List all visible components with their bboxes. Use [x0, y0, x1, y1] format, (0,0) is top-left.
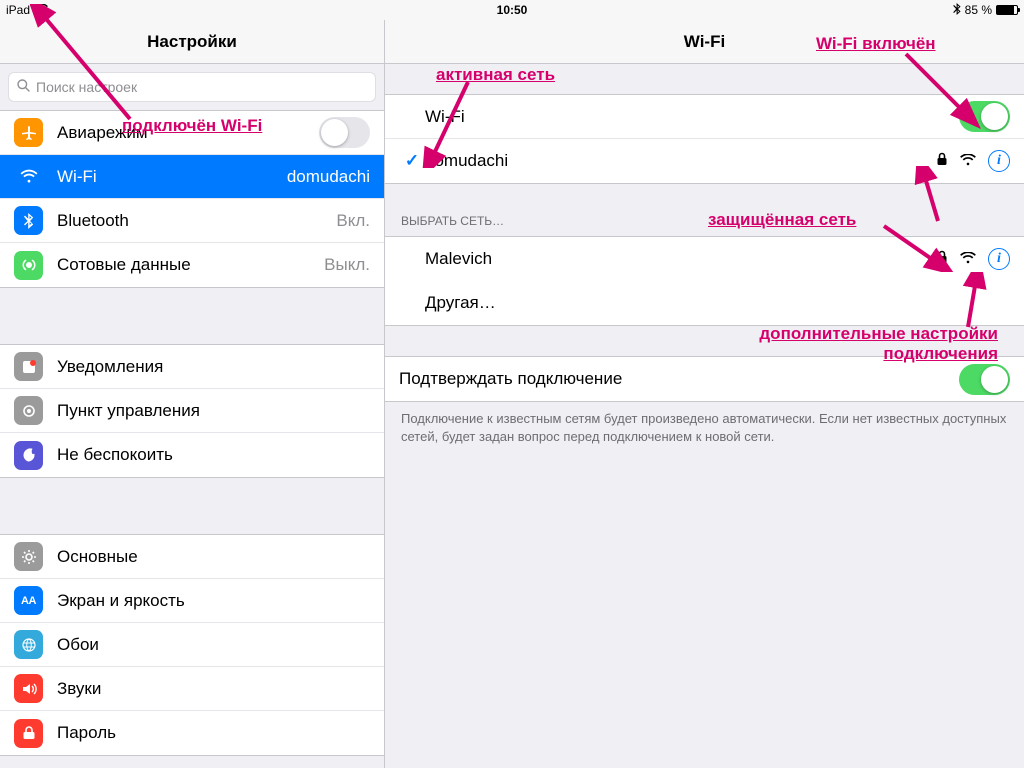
detail-title: Wi-Fi	[385, 20, 1024, 64]
clock: 10:50	[497, 3, 528, 17]
status-bar: iPad 10:50 85 %	[0, 0, 1024, 20]
sidebar-title: Настройки	[0, 20, 384, 64]
connected-network-row[interactable]: ✓ domudachi i	[385, 139, 1024, 183]
ask-to-join-switch[interactable]	[959, 364, 1010, 395]
wifi-status-icon	[34, 3, 48, 17]
notifications-icon	[14, 352, 43, 381]
wifi-switch[interactable]	[959, 101, 1010, 132]
wifi-toggle-label: Wi-Fi	[425, 107, 959, 127]
sidebar-item-wallpaper[interactable]: Обои	[0, 623, 384, 667]
network-row[interactable]: Malevich i	[385, 237, 1024, 281]
choose-network-header: ВЫБРАТЬ СЕТЬ…	[385, 206, 1024, 236]
ask-to-join-label: Подтверждать подключение	[399, 369, 959, 389]
search-input[interactable]: Поиск настроек	[8, 72, 376, 102]
other-network-row[interactable]: Другая…	[385, 281, 1024, 325]
bluetooth-icon	[14, 206, 43, 235]
info-icon[interactable]: i	[988, 248, 1010, 270]
sidebar-item-control-center[interactable]: Пункт управления	[0, 389, 384, 433]
bluetooth-status-icon	[953, 3, 961, 18]
wifi-signal-icon	[960, 249, 976, 269]
cellular-icon	[14, 251, 43, 280]
sidebar-item-label: Сотовые данные	[57, 255, 324, 275]
device-label: iPad	[6, 3, 30, 17]
sidebar-item-label: Bluetooth	[57, 211, 336, 231]
wallpaper-icon	[14, 630, 43, 659]
sidebar-item-wifi[interactable]: Wi-Fidomudachi	[0, 155, 384, 199]
wifi-icon	[14, 162, 43, 191]
wifi-toggle-row[interactable]: Wi-Fi	[385, 95, 1024, 139]
sidebar-item-notifications[interactable]: Уведомления	[0, 345, 384, 389]
search-placeholder: Поиск настроек	[36, 79, 137, 95]
passcode-icon	[14, 719, 43, 748]
sidebar-item-detail: domudachi	[287, 167, 370, 187]
sidebar-item-passcode[interactable]: Пароль	[0, 711, 384, 755]
sidebar-item-label: Уведомления	[57, 357, 370, 377]
lock-icon	[936, 151, 948, 171]
sidebar-item-bluetooth[interactable]: BluetoothВкл.	[0, 199, 384, 243]
control-center-icon	[14, 396, 43, 425]
sidebar-item-label: Обои	[57, 635, 370, 655]
wifi-detail-pane: Wi-Fi Wi-Fi ✓ domudachi i ВЫБРАТЬ СЕТЬ… …	[384, 20, 1024, 768]
sidebar-item-label: Экран и яркость	[57, 591, 370, 611]
sidebar-item-label: Пункт управления	[57, 401, 370, 421]
sidebar-item-airplane[interactable]: Авиарежим	[0, 111, 384, 155]
airplane-switch[interactable]	[319, 117, 370, 148]
sidebar-item-cellular[interactable]: Сотовые данныеВыкл.	[0, 243, 384, 287]
sidebar-item-sounds[interactable]: Звуки	[0, 667, 384, 711]
sidebar-item-dnd[interactable]: Не беспокоить	[0, 433, 384, 477]
sidebar-item-display[interactable]: AA Экран и яркость	[0, 579, 384, 623]
sidebar-item-label: Авиарежим	[57, 123, 319, 143]
sidebar-item-general[interactable]: Основные	[0, 535, 384, 579]
sidebar-item-label: Wi-Fi	[57, 167, 287, 187]
sidebar-item-detail: Выкл.	[324, 255, 370, 275]
battery-percent: 85 %	[965, 3, 992, 17]
sidebar-item-label: Не беспокоить	[57, 445, 370, 465]
connected-network-name: domudachi	[425, 151, 936, 171]
airplane-icon	[14, 118, 43, 147]
sidebar-item-label: Пароль	[57, 723, 370, 743]
lock-icon	[936, 249, 948, 269]
checkmark-icon: ✓	[399, 151, 425, 171]
search-icon	[17, 79, 30, 95]
dnd-icon	[14, 441, 43, 470]
sounds-icon	[14, 674, 43, 703]
battery-icon	[996, 5, 1018, 15]
settings-sidebar: Настройки Поиск настроек Авиарежим Wi-Fid…	[0, 20, 384, 768]
general-icon	[14, 542, 43, 571]
info-icon[interactable]: i	[988, 150, 1010, 172]
ask-to-join-footer: Подключение к известным сетям будет прои…	[385, 402, 1024, 453]
other-network-label: Другая…	[425, 293, 1010, 313]
display-icon: AA	[14, 586, 43, 615]
network-name: Malevich	[425, 249, 936, 269]
sidebar-item-label: Основные	[57, 547, 370, 567]
sidebar-item-detail: Вкл.	[336, 211, 370, 231]
wifi-signal-icon	[960, 151, 976, 171]
ask-to-join-row[interactable]: Подтверждать подключение	[385, 357, 1024, 401]
sidebar-item-label: Звуки	[57, 679, 370, 699]
